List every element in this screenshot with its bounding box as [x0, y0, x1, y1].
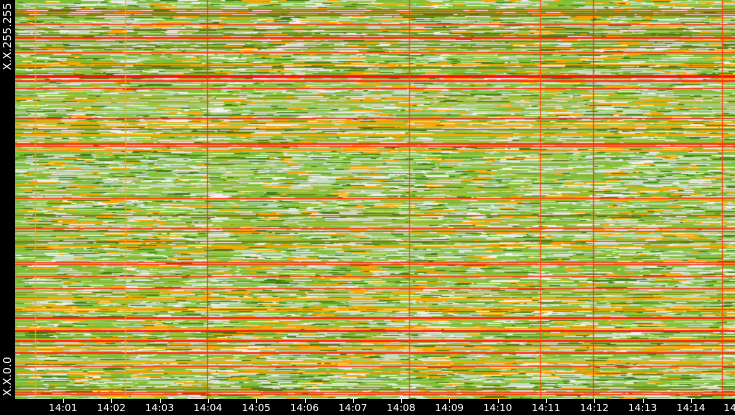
heatmap-canvas [15, 0, 735, 399]
x-tick-label: 14:05 [241, 403, 271, 414]
x-tick-label: 14:02 [96, 403, 126, 414]
x-tick-label: 14:06 [290, 403, 319, 414]
x-tick-label: 14:10 [483, 403, 513, 414]
x-tick-label: 14:01 [48, 403, 78, 414]
x-tick-label: 14 [723, 403, 735, 414]
x-tick-label: 14:14 [676, 403, 706, 414]
x-tick-label: 14:07 [338, 403, 368, 414]
x-tick-label: 14:03 [145, 403, 175, 414]
y-tick-label-top: X.X.255.255 [1, 2, 14, 71]
x-tick-label: 14:13 [628, 403, 658, 414]
x-tick-label: 14:09 [434, 403, 464, 414]
x-tick-label: 14:08 [386, 403, 416, 414]
x-tick-label: 14:11 [531, 403, 561, 414]
x-tick-label: 14:04 [193, 403, 223, 414]
x-tick-label: 14:12 [579, 403, 609, 414]
